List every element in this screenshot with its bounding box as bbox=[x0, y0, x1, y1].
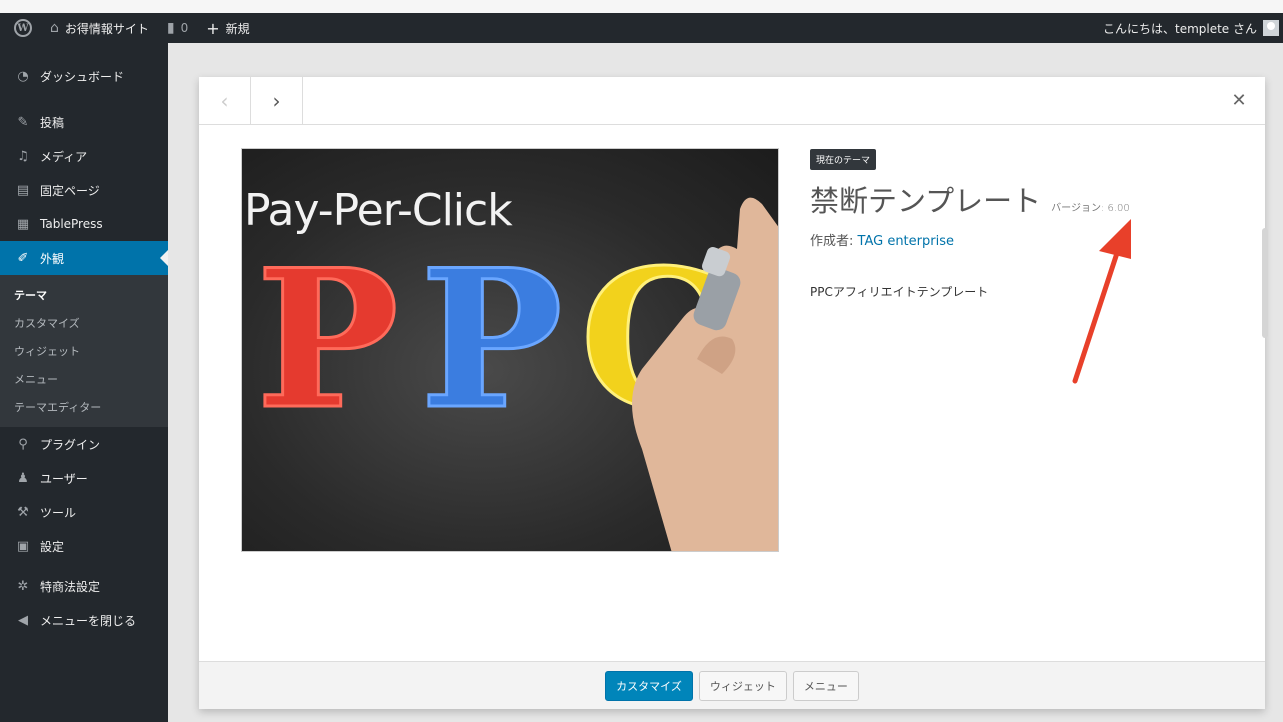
theme-info: 現在のテーマ 禁断テンプレート バージョン: 6.00 作成者: TAG ent… bbox=[810, 148, 1230, 300]
submenu-item-customize[interactable]: カスタマイズ bbox=[0, 309, 168, 337]
submenu-item-theme-editor[interactable]: テーマエディター bbox=[0, 393, 168, 421]
user-icon: ♟ bbox=[17, 470, 29, 486]
hand-with-marker-illustration bbox=[632, 197, 778, 551]
appearance-submenu: テーマ カスタマイズ ウィジェット メニュー テーマエディター bbox=[0, 275, 168, 427]
chevron-right-icon: › bbox=[272, 88, 281, 113]
paintbrush-icon: ✐ bbox=[17, 250, 29, 266]
new-label: 新規 bbox=[225, 21, 250, 36]
new-content-link[interactable]: + 新規 bbox=[197, 13, 258, 43]
greeting-text: こんにちは、templete さん bbox=[1102, 21, 1257, 36]
sidebar-item-media[interactable]: ♫ メディア bbox=[0, 139, 168, 173]
close-modal-button[interactable]: ✕ bbox=[1213, 77, 1265, 125]
wp-logo-menu[interactable]: W bbox=[0, 13, 41, 43]
submenu-item-menus[interactable]: メニュー bbox=[0, 365, 168, 393]
gear-icon: ✲ bbox=[17, 578, 29, 594]
wordpress-logo-icon: W bbox=[14, 19, 32, 37]
sidebar-item-collapse[interactable]: ◀ メニューを閉じる bbox=[0, 603, 168, 637]
sidebar-item-settings[interactable]: ▣ 設定 bbox=[0, 529, 168, 563]
sidebar-item-label: 設定 bbox=[40, 539, 65, 554]
sidebar-item-tokushoho[interactable]: ✲ 特商法設定 bbox=[0, 569, 168, 603]
sidebar-item-label: 投稿 bbox=[40, 115, 65, 130]
site-name-link[interactable]: ⌂ お得情報サイト bbox=[41, 13, 158, 43]
home-icon: ⌂ bbox=[50, 20, 59, 36]
media-icon: ♫ bbox=[17, 148, 29, 164]
sidebar-item-pages[interactable]: ▤ 固定ページ bbox=[0, 173, 168, 207]
sidebar-item-label: 特商法設定 bbox=[40, 579, 101, 594]
theme-details-modal: ‹ › ✕ Pay-Per-Click P P C 現在のテーマ 禁断テンプレー… bbox=[199, 76, 1265, 709]
sidebar-item-appearance[interactable]: ✐ 外観 bbox=[0, 241, 168, 275]
sidebar-item-label: ツール bbox=[40, 505, 77, 520]
theme-author: 作成者: TAG enterprise bbox=[810, 230, 1230, 249]
sidebar-item-posts[interactable]: ✎ 投稿 bbox=[0, 105, 168, 139]
theme-name: 禁断テンプレート bbox=[810, 184, 1042, 218]
submenu-item-themes[interactable]: テーマ bbox=[0, 281, 168, 309]
page-icon: ▤ bbox=[16, 182, 30, 198]
collapse-icon: ◀ bbox=[18, 612, 28, 628]
comments-count: 0 bbox=[180, 21, 189, 35]
theme-name-row: 禁断テンプレート バージョン: 6.00 bbox=[810, 178, 1230, 220]
sidebar-item-label: ユーザー bbox=[40, 471, 88, 486]
customize-button[interactable]: カスタマイズ bbox=[605, 670, 693, 701]
theme-version: バージョン: 6.00 bbox=[1051, 203, 1130, 214]
sidebar-item-tools[interactable]: ⚒ ツール bbox=[0, 495, 168, 529]
plus-icon: + bbox=[206, 18, 220, 38]
plugin-icon: ⚲ bbox=[18, 436, 28, 452]
sidebar-item-label: 外観 bbox=[40, 251, 65, 266]
author-link[interactable]: TAG enterprise bbox=[858, 234, 954, 249]
sidebar-item-label: ダッシュボード bbox=[40, 69, 125, 84]
next-theme-button[interactable]: › bbox=[251, 76, 303, 125]
comments-link[interactable]: ▮ 0 bbox=[158, 13, 197, 43]
sidebar-item-label: 固定ページ bbox=[40, 183, 100, 198]
admin-bar: W ⌂ お得情報サイト ▮ 0 + 新規 こんにちは、templete さん bbox=[0, 13, 1283, 43]
avatar bbox=[1263, 20, 1279, 36]
chevron-left-icon: ‹ bbox=[220, 88, 229, 113]
account-menu[interactable]: こんにちは、templete さん bbox=[1103, 20, 1283, 37]
sidebar-item-label: メニューを閉じる bbox=[40, 613, 137, 628]
close-icon: ✕ bbox=[1231, 90, 1247, 111]
sidebar-item-label: TablePress bbox=[40, 217, 103, 231]
pin-icon: ✎ bbox=[17, 114, 29, 130]
admin-sidebar: ◔ ダッシュボード ✎ 投稿 ♫ メディア ▤ 固定ページ ▦ TablePre… bbox=[0, 43, 168, 722]
modal-header: ‹ › ✕ bbox=[199, 76, 1265, 125]
menus-button[interactable]: メニュー bbox=[792, 670, 859, 701]
comment-icon: ▮ bbox=[166, 20, 175, 36]
table-icon: ▦ bbox=[16, 216, 30, 232]
sidebar-separator bbox=[0, 93, 168, 105]
sidebar-item-tablepress[interactable]: ▦ TablePress bbox=[0, 207, 168, 241]
sidebar-item-plugins[interactable]: ⚲ プラグイン bbox=[0, 427, 168, 461]
page-scrollbar[interactable] bbox=[1262, 228, 1268, 338]
current-theme-badge: 現在のテーマ bbox=[810, 149, 877, 170]
modal-footer: カスタマイズ ウィジェット メニュー bbox=[199, 661, 1265, 709]
previous-theme-button[interactable]: ‹ bbox=[199, 76, 251, 125]
theme-description: PPCアフィリエイトテンプレート bbox=[810, 285, 989, 299]
wrench-icon: ⚒ bbox=[17, 504, 29, 520]
theme-screenshot: Pay-Per-Click P P C bbox=[241, 148, 779, 552]
submenu-item-widgets[interactable]: ウィジェット bbox=[0, 337, 168, 365]
sidebar-item-dashboard[interactable]: ◔ ダッシュボード bbox=[0, 59, 168, 93]
sidebar-item-label: プラグイン bbox=[40, 437, 101, 452]
author-prefix: 作成者: bbox=[810, 234, 858, 249]
sidebar-item-label: メディア bbox=[40, 149, 88, 164]
dashboard-icon: ◔ bbox=[17, 68, 29, 84]
settings-icon: ▣ bbox=[16, 538, 30, 554]
widgets-button[interactable]: ウィジェット bbox=[698, 670, 787, 701]
site-name: お得情報サイト bbox=[64, 21, 149, 36]
sidebar-item-users[interactable]: ♟ ユーザー bbox=[0, 461, 168, 495]
annotation-arrow bbox=[1072, 219, 1131, 384]
